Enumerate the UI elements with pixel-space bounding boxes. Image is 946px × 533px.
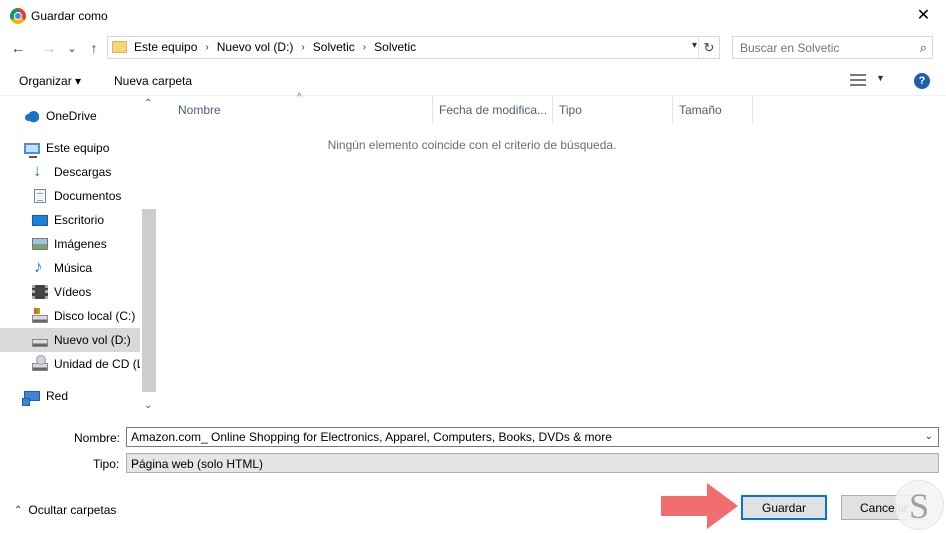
watermark-logo: S [894, 480, 944, 530]
sidebar-item-label: Red [46, 389, 69, 403]
hide-folders-label: Ocultar carpetas [28, 503, 117, 517]
sidebar-item-descargas[interactable]: Descargas [0, 160, 140, 184]
onedrive-cloud-icon [24, 109, 40, 123]
sidebar-item-documentos[interactable]: Documentos [0, 184, 140, 208]
sidebar-item-unidad-cd[interactable]: Unidad de CD (L [0, 352, 140, 376]
chevron-up-icon: ⌃ [14, 504, 23, 516]
organize-button[interactable]: Organizar ▾ [19, 74, 81, 88]
breadcrumb-item-este-equipo[interactable]: Este equipo [134, 40, 197, 54]
computer-icon [24, 142, 40, 158]
file-list: ^ Nombre Fecha de modifica... Tipo Tamañ… [158, 92, 946, 418]
up-arrow-icon[interactable]: ↑ [85, 39, 103, 57]
chrome-icon [10, 8, 26, 24]
sidebar-item-videos[interactable]: Vídeos [0, 280, 140, 304]
filetype-select[interactable]: Página web (solo HTML) ⌄ [126, 453, 939, 473]
sidebar-item-label: Escritorio [54, 213, 105, 227]
address-bar[interactable]: Este equipo › Nuevo vol (D:) › Solvetic … [107, 36, 720, 59]
filetype-dropdown-icon[interactable]: ⌄ [131, 457, 933, 468]
back-arrow-icon[interactable]: ← [9, 39, 27, 57]
sidebar-item-label: Nuevo vol (D:) [54, 333, 131, 347]
hide-folders-button[interactable]: ⌃ Ocultar carpetas [14, 503, 116, 517]
sidebar-item-red[interactable]: Red [0, 384, 140, 408]
network-icon [22, 391, 40, 406]
empty-message: Ningún elemento coincide con el criterio… [327, 138, 617, 152]
sidebar-item-imagenes[interactable]: Imágenes [0, 232, 140, 256]
breadcrumb-item-nuevo-vol[interactable]: Nuevo vol (D:) [217, 40, 294, 54]
sidebar-item-label: Disco local (C:) [54, 309, 136, 323]
scroll-down-icon[interactable]: ⌄ [144, 400, 152, 411]
search-input[interactable] [733, 37, 911, 58]
column-header-size[interactable]: Tamaño [673, 96, 753, 123]
video-film-icon [32, 285, 48, 299]
save-button[interactable]: Guardar [741, 495, 827, 520]
sidebar-item-escritorio[interactable]: Escritorio [0, 208, 140, 232]
pictures-icon [32, 238, 48, 250]
download-arrow-icon [32, 161, 48, 181]
red-pointer-arrow-icon [661, 483, 738, 529]
scrollbar-thumb[interactable] [142, 209, 156, 392]
recent-locations-chevron-icon[interactable]: ⌄ [63, 39, 81, 57]
drive-icon [32, 339, 48, 347]
breadcrumb-separator-icon[interactable]: › [301, 42, 304, 53]
sidebar-item-label: Vídeos [54, 285, 92, 299]
title-bar: Guardar como ✕ [0, 0, 946, 31]
windows-drive-icon [32, 308, 48, 323]
music-note-icon [32, 257, 48, 277]
breadcrumb-separator-icon[interactable]: › [363, 42, 366, 53]
sidebar-item-label: Música [54, 261, 93, 275]
navigation-scrollbar[interactable]: ⌃ ⌄ [141, 96, 157, 418]
desktop-icon [32, 214, 48, 226]
sidebar-item-label: Este equipo [46, 141, 110, 155]
close-button[interactable]: ✕ [901, 0, 946, 30]
view-dropdown-icon[interactable]: ▼ [876, 73, 885, 83]
filetype-label: Tipo: [93, 457, 120, 471]
new-folder-button[interactable]: Nueva carpeta [114, 74, 192, 88]
column-header-type[interactable]: Tipo [553, 96, 673, 123]
filename-dropdown-icon[interactable]: ⌄ [925, 431, 933, 442]
address-dropdown-icon[interactable]: ▾ [692, 40, 697, 51]
window-title: Guardar como [31, 9, 108, 23]
scroll-up-icon[interactable]: ⌃ [144, 98, 152, 109]
column-header-name[interactable]: Nombre [172, 96, 433, 123]
refresh-icon[interactable]: ↻ [698, 37, 719, 58]
help-icon[interactable]: ? [914, 73, 930, 89]
sidebar-item-label: Unidad de CD (L [54, 357, 140, 371]
folder-icon [112, 41, 127, 53]
command-toolbar: Organizar ▾ Nueva carpeta ▼ ? [0, 66, 946, 96]
cd-drive-icon [32, 355, 48, 371]
breadcrumb-item-solvetic[interactable]: Solvetic [313, 40, 355, 54]
search-box[interactable]: ⌕ [732, 36, 933, 59]
sidebar-item-label: OneDrive [46, 109, 97, 123]
sidebar-item-musica[interactable]: Música [0, 256, 140, 280]
navigation-pane: OneDrive Este equipo Descargas Documento… [0, 96, 157, 418]
document-icon [34, 189, 46, 203]
breadcrumb-separator-icon[interactable]: › [205, 42, 208, 53]
view-options-icon[interactable] [850, 73, 868, 87]
sidebar-item-label: Documentos [54, 189, 122, 203]
forward-arrow-icon[interactable]: → [40, 39, 58, 57]
filename-field[interactable]: ⌄ [126, 427, 939, 447]
sidebar-item-disco-local-c[interactable]: Disco local (C:) [0, 304, 140, 328]
breadcrumb-item-solvetic-current[interactable]: Solvetic [374, 40, 416, 54]
breadcrumb: Este equipo › Nuevo vol (D:) › Solvetic … [134, 40, 416, 54]
sidebar-item-nuevo-vol-d[interactable]: Nuevo vol (D:) [0, 328, 140, 352]
filename-input[interactable] [127, 428, 938, 446]
sidebar-item-este-equipo[interactable]: Este equipo [0, 136, 140, 160]
sidebar-item-label: Descargas [54, 165, 112, 179]
sidebar-item-onedrive[interactable]: OneDrive [0, 104, 140, 128]
sidebar-item-label: Imágenes [54, 237, 107, 251]
filename-label: Nombre: [74, 431, 121, 445]
navigation-row: ← → ⌄ ↑ Este equipo › Nuevo vol (D:) › S… [0, 31, 946, 65]
column-header-date[interactable]: Fecha de modifica... [433, 96, 553, 123]
search-icon: ⌕ [919, 40, 927, 55]
